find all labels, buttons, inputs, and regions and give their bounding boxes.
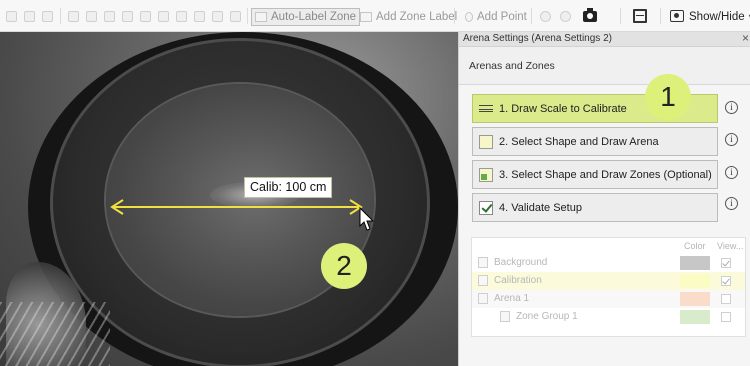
pencil-icon[interactable] (86, 11, 97, 22)
arenas-and-zones-header: Arenas and Zones (459, 47, 750, 85)
item-label: Zone Group 1 (516, 311, 578, 322)
auto-label-icon (255, 12, 267, 22)
item-row-zone-group[interactable]: Zone Group 1 (472, 308, 745, 326)
zoom-out-icon[interactable] (560, 11, 571, 22)
info-icon[interactable]: i (725, 197, 738, 210)
item-row-arena[interactable]: Arena 1 (472, 290, 745, 308)
callout-step-1: 1 (645, 74, 691, 120)
toolbar-divider (60, 8, 61, 24)
visibility-checkbox[interactable] (721, 276, 731, 286)
callout-step-2: 2 (321, 243, 367, 289)
ellipse-tool-icon[interactable] (176, 11, 187, 22)
point-icon (465, 12, 473, 22)
toolbar-divider (247, 8, 248, 24)
item-row-background[interactable]: Background (472, 254, 745, 272)
info-icon[interactable]: i (725, 101, 738, 114)
draw-zones-button[interactable]: 3. Select Shape and Draw Zones (Optional… (472, 160, 718, 189)
view-column-header: View... (717, 241, 744, 251)
video-frame[interactable]: Calib: 100 cm 2 (0, 32, 458, 366)
item-label: Arena 1 (494, 293, 530, 304)
cursor-plus-icon[interactable] (212, 11, 223, 22)
arena-settings-panel: Arena Settings (Arena Settings 2) × Aren… (458, 31, 750, 366)
line-tool-icon[interactable] (68, 11, 79, 22)
toolbar: Auto-Label Zone Add Zone Label Add Point… (0, 0, 750, 32)
toolbar-divider (620, 8, 621, 24)
item-row-calibration[interactable]: Calibration (472, 272, 745, 290)
camera-icon[interactable] (583, 8, 597, 22)
validate-setup-button[interactable]: 4. Validate Setup (472, 193, 718, 222)
arena-shape-icon (479, 134, 493, 149)
visibility-checkbox[interactable] (721, 294, 731, 304)
item-label: Calibration (494, 275, 542, 286)
calibration-overlay (110, 199, 375, 231)
arena-items-table: Color View... Background Calibration Are… (471, 237, 746, 337)
undo-icon[interactable] (24, 11, 35, 22)
add-point-button[interactable]: Add Point (462, 8, 530, 26)
polygon-tool-icon[interactable] (140, 11, 151, 22)
zone-label-icon (360, 12, 372, 22)
checkmark-icon (479, 200, 493, 215)
validate-setup-label: 4. Validate Setup (499, 201, 582, 214)
item-label: Background (494, 257, 548, 268)
color-swatch[interactable] (680, 256, 710, 270)
color-column-header: Color (684, 241, 706, 251)
info-icon[interactable]: i (725, 166, 738, 179)
grid-icon[interactable] (230, 11, 241, 22)
section-title: Arenas and Zones (469, 60, 555, 72)
visibility-checkbox[interactable] (721, 312, 731, 322)
color-swatch[interactable] (680, 292, 710, 306)
add-zone-label-button[interactable]: Add Zone Label (357, 8, 460, 26)
video-frame-icon[interactable] (633, 9, 647, 23)
draw-zones-label: 3. Select Shape and Draw Zones (Optional… (499, 168, 712, 181)
show-hide-button[interactable]: Show/Hide ▾ (686, 8, 750, 26)
mouse-cursor-icon (359, 206, 375, 231)
toolbar-divider (531, 8, 532, 24)
calibration-label: Calib: 100 cm (244, 177, 333, 198)
auto-label-zone-label: Auto-Label Zone (271, 11, 357, 23)
zone-group-icon (500, 311, 510, 322)
rectangle-tool-icon[interactable] (104, 11, 115, 22)
arena-icon (478, 293, 488, 304)
toolbar-divider (454, 8, 455, 24)
draw-scale-label: 1. Draw Scale to Calibrate (499, 102, 627, 115)
ruler-icon (479, 105, 493, 112)
calibration-icon (478, 275, 488, 286)
info-icon[interactable]: i (725, 133, 738, 146)
show-hide-icon[interactable] (670, 10, 684, 22)
arrow-icon[interactable] (6, 11, 17, 22)
zoom-in-icon[interactable] (540, 11, 551, 22)
show-hide-label: Show/Hide (689, 11, 745, 23)
circle-tool-icon[interactable] (158, 11, 169, 22)
redo-icon[interactable] (42, 11, 53, 22)
background-icon (478, 257, 488, 268)
color-swatch[interactable] (680, 274, 710, 288)
crosshair-icon[interactable] (194, 11, 205, 22)
visibility-checkbox[interactable] (721, 258, 731, 268)
toolbar-divider (660, 8, 661, 24)
panel-title: Arena Settings (Arena Settings 2) (463, 33, 612, 44)
add-point-label: Add Point (477, 11, 527, 23)
add-zone-label-text: Add Zone Label (376, 11, 458, 23)
zone-shape-icon (479, 167, 493, 182)
color-swatch[interactable] (680, 310, 710, 324)
close-icon[interactable]: × (742, 31, 749, 45)
panel-title-bar: Arena Settings (Arena Settings 2) × (459, 31, 750, 47)
draw-arena-label: 2. Select Shape and Draw Arena (499, 135, 659, 148)
square-tool-icon[interactable] (122, 11, 133, 22)
draw-arena-button[interactable]: 2. Select Shape and Draw Arena (472, 127, 718, 156)
auto-label-zone-button[interactable]: Auto-Label Zone (251, 8, 361, 26)
